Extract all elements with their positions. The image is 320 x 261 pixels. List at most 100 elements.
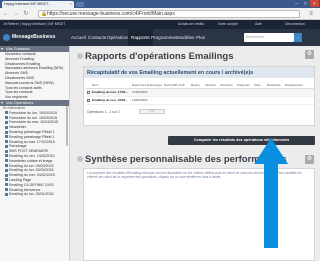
operation-icon <box>5 125 8 129</box>
row-checkbox[interactable] <box>87 90 90 94</box>
account-strip: Je Referer | Happy Interface | INF MEDIT… <box>0 20 320 29</box>
help-link[interactable]: Aide <box>255 20 262 29</box>
section-bullet-icon <box>77 53 83 60</box>
operation-label: Emailing du lun. 09/02/2015 <box>9 163 54 168</box>
buy-credits-link[interactable]: Achats de crédits <box>178 20 204 29</box>
operation-label: Emailing du mer. 04/02/2015 <box>9 173 55 178</box>
operation-icon <box>5 183 8 187</box>
operation-label: Emailing parrainage Fifield 1 <box>9 129 55 134</box>
table-cell <box>253 96 266 105</box>
main-nav: MessageBusiness Accueil Contacts Opérati… <box>0 29 320 46</box>
account-link[interactable]: Votre compte <box>218 20 238 29</box>
table-cell <box>236 88 253 97</box>
table-row[interactable]: Emailing du ven. 13/02... 13/02/2015... <box>86 96 314 105</box>
table-cell: Emailing du mar. 17/02... <box>91 88 131 97</box>
lock-icon: 🔒 <box>41 11 48 17</box>
operation-icon <box>5 140 8 144</box>
table-cell <box>163 96 178 105</box>
app-logo[interactable]: MessageBusiness <box>3 33 63 42</box>
search-button[interactable]: › <box>294 33 302 42</box>
pagination-control[interactable]: ‹ 1 › <box>139 109 165 114</box>
table-cell <box>178 88 190 97</box>
back-icon[interactable]: ← <box>2 10 10 18</box>
sidebar: Vos Contacts Nouveaux contactsAbonnés Em… <box>0 46 70 261</box>
row-checkbox[interactable] <box>87 98 90 102</box>
panel-title: Récapitulatif de vos Emailing actuelleme… <box>84 67 314 78</box>
table-cell <box>253 88 266 97</box>
table-cell <box>204 88 219 97</box>
new-tab-button[interactable] <box>76 2 84 7</box>
maximize-icon[interactable]: □ <box>301 0 310 7</box>
operation-label: Newsletter cuitare et image <box>9 158 53 163</box>
table-cell <box>284 88 314 97</box>
table-cell: ... <box>149 88 163 97</box>
operation-icon <box>5 154 8 158</box>
operation-label: SMS POST SEMINAIRE <box>9 149 49 154</box>
operation-label: Parrainage <box>9 144 27 149</box>
sidebar-scrollbar[interactable] <box>66 106 68 146</box>
operation-label: Emailing du lun. 26/01/2015 <box>9 192 54 197</box>
url-input[interactable]: 🔒 https://secure.message-business.com/c4… <box>38 10 300 18</box>
operation-label: Formulaire du mar. 10/03/2015 <box>9 120 59 125</box>
operation-icon <box>5 144 8 148</box>
operation-label: Emailing bienvenue <box>9 187 41 192</box>
table-cell <box>266 96 284 105</box>
nav-plus[interactable]: Plus <box>193 29 208 46</box>
browser-menu-icon[interactable]: ≡ <box>306 10 316 18</box>
browser-tab-bar: Happy Interface INF MEDIT... × – □ × <box>0 0 320 8</box>
browser-tab[interactable]: Happy Interface INF MEDIT... × <box>2 1 74 8</box>
operation-icon <box>5 111 8 115</box>
operation-icon <box>5 149 8 153</box>
window-close-icon[interactable]: × <box>310 0 319 7</box>
search-input[interactable]: Rechercher <box>244 33 294 42</box>
table-cell <box>236 96 253 105</box>
sidebar-item-operation[interactable]: Emailing du lun. 26/01/2015 <box>0 192 69 197</box>
minimize-icon[interactable]: – <box>292 0 301 7</box>
operation-label: Emailing du ven. 13/02/2015 <box>9 153 55 158</box>
address-bar-row: ← → ↻ 🔒 https://secure.message-business.… <box>0 8 320 20</box>
logout-link[interactable]: Déconnexion <box>285 20 305 29</box>
tab-title: Happy Interface INF MEDIT... <box>4 2 51 6</box>
table-cell: Emailing du ven. 13/02... <box>91 96 131 105</box>
operation-icon <box>5 173 8 177</box>
operation-icon <box>5 178 8 182</box>
operation-icon <box>5 188 8 192</box>
operation-label: Emailing du mar. 17/02/2015 <box>9 139 55 144</box>
table-cell: ... <box>149 96 163 105</box>
page-title: Rapports d'opérations Emailings <box>77 51 233 62</box>
reports-table: Nom Date d'envoi Envoyés Hard (NP) Soft Reçus… <box>86 82 314 105</box>
url-text: https://secure.message-business.com/c4/F… <box>47 11 175 17</box>
up-arrow-annotation <box>254 138 288 248</box>
operation-icon <box>5 116 8 120</box>
logo-text: MessageBusiness <box>12 34 56 40</box>
operation-label: Emailing du lun. 09/02/2015 <box>9 168 54 173</box>
operation-label: Newsletter <box>9 125 26 130</box>
logo-mark-icon <box>3 34 10 41</box>
table-cell <box>190 96 204 105</box>
table-cell <box>284 96 314 105</box>
settings-gear-icon[interactable]: ⚙ <box>305 155 314 164</box>
tab-close-icon[interactable]: × <box>70 1 72 6</box>
account-info[interactable]: Je Referer | Happy Interface | INF MEDIT <box>3 20 65 29</box>
operation-icon <box>5 168 8 172</box>
operation-icon <box>5 120 8 124</box>
operation-icon <box>5 135 8 139</box>
table-cell <box>163 88 178 97</box>
reload-icon[interactable]: ↻ <box>22 10 30 18</box>
operation-label: Emailing parrainage Fifield 1 <box>9 134 55 139</box>
gear-icon[interactable]: ⚙ <box>305 50 314 59</box>
table-cell <box>266 88 284 97</box>
sidebar-section-operations[interactable]: Vos Opérations <box>0 99 69 106</box>
compare-button[interactable]: Comparer les résultats des opérations sé… <box>168 136 315 145</box>
table-cell <box>219 88 236 97</box>
operation-icon <box>5 159 8 163</box>
sidebar-section-contacts[interactable]: Vos Contacts <box>0 46 69 52</box>
operation-icon <box>5 192 8 196</box>
operation-icon <box>5 164 8 168</box>
forward-icon[interactable]: → <box>12 10 20 18</box>
operation-label: Emailing CA DEFINIE 10/02 <box>9 182 54 187</box>
table-cell: 17/02/2015 <box>131 88 149 97</box>
operation-icon <box>5 130 8 134</box>
section-bullet-icon <box>77 156 83 163</box>
table-row[interactable]: Emailing du mar. 17/02... 17/02/2015... <box>86 88 314 97</box>
